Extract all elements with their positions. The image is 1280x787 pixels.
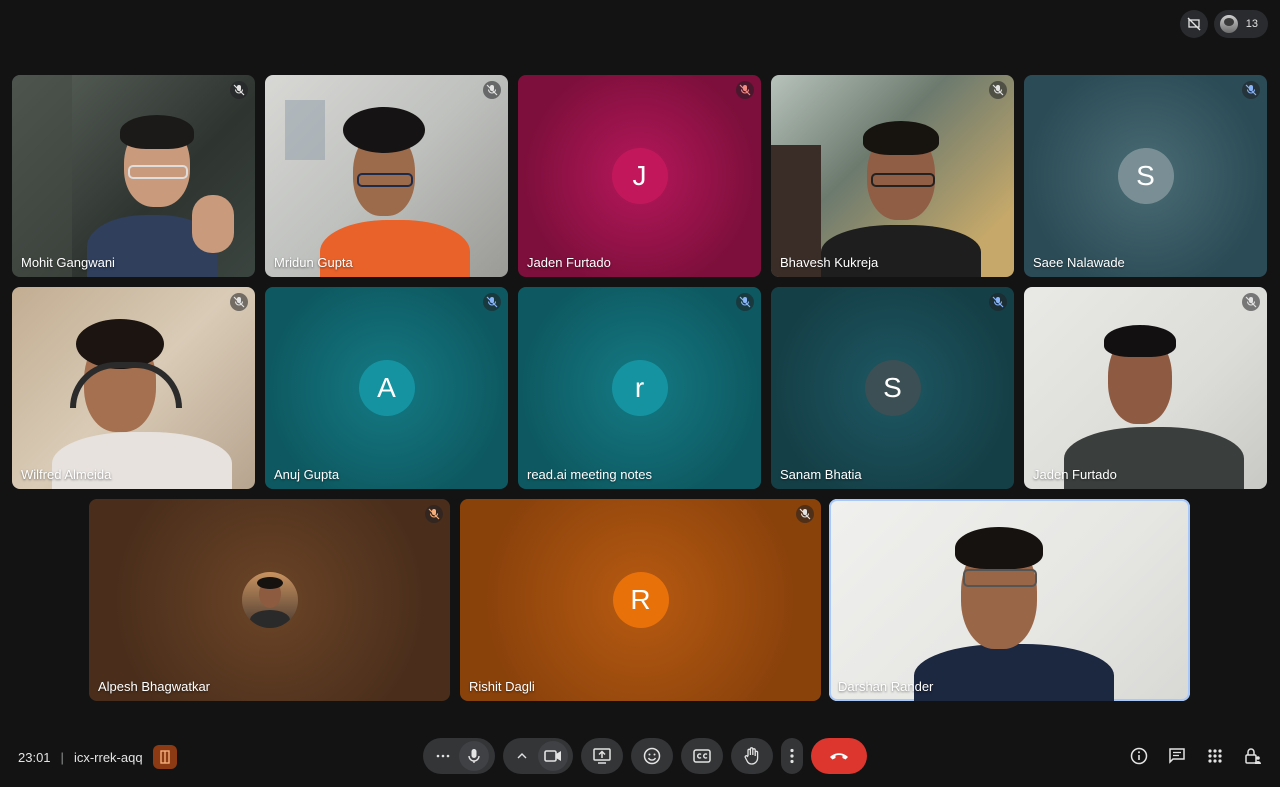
screen-share-off-button[interactable] bbox=[1179, 10, 1208, 38]
participant-name: Darshan Rander bbox=[838, 679, 934, 694]
microphone-icon bbox=[468, 749, 480, 763]
participant-avatar: S bbox=[1117, 148, 1174, 204]
screen-share-off-icon bbox=[1187, 17, 1201, 31]
participant-name: Jaden Furtado bbox=[527, 255, 611, 270]
side-panel-controls bbox=[1128, 745, 1264, 767]
host-controls-button[interactable] bbox=[1242, 745, 1264, 767]
participant-name: Jaden Furtado bbox=[1033, 467, 1117, 482]
participant-name: Rishit Dagli bbox=[469, 679, 535, 694]
participant-tile[interactable]: Mohit Gangwani bbox=[12, 75, 255, 277]
captions-icon bbox=[693, 749, 711, 763]
participant-tile[interactable]: Jaden Furtado bbox=[1024, 287, 1267, 489]
info-icon bbox=[1130, 747, 1148, 765]
chat-button[interactable] bbox=[1166, 745, 1188, 767]
muted-mic-icon bbox=[989, 81, 1007, 99]
muted-mic-icon bbox=[736, 81, 754, 99]
muted-mic-icon bbox=[483, 81, 501, 99]
participant-tile[interactable]: S Saee Nalawade bbox=[1024, 75, 1267, 277]
leave-call-button[interactable] bbox=[811, 738, 867, 774]
participant-tile[interactable]: Mridun Gupta bbox=[265, 75, 508, 277]
audio-control-group bbox=[423, 738, 495, 774]
avatar-initial: A bbox=[377, 372, 396, 403]
participant-avatar: r bbox=[611, 360, 668, 416]
participant-name: Saee Nalawade bbox=[1033, 255, 1125, 270]
participant-name: Anuj Gupta bbox=[274, 467, 340, 482]
reactions-button[interactable] bbox=[631, 738, 673, 774]
muted-mic-icon bbox=[989, 293, 1007, 311]
participant-avatar: S bbox=[864, 360, 921, 416]
participants-button[interactable]: 13 bbox=[1213, 10, 1268, 38]
participant-name: Sanam Bhatia bbox=[780, 467, 862, 482]
participant-name: Bhavesh Kukreja bbox=[780, 255, 879, 270]
call-controls bbox=[423, 738, 867, 774]
hang-up-icon bbox=[830, 753, 848, 760]
more-audio-options-icon[interactable] bbox=[429, 741, 457, 771]
meeting-info: 23:01 | icx-rrek-aqq bbox=[18, 745, 177, 769]
muted-mic-icon bbox=[1242, 293, 1260, 311]
participant-name: Alpesh Bhagwatkar bbox=[98, 679, 211, 694]
participant-avatar-stack bbox=[1219, 15, 1238, 33]
present-screen-button[interactable] bbox=[581, 738, 623, 774]
door-icon[interactable] bbox=[152, 745, 177, 769]
more-options-button[interactable] bbox=[781, 738, 803, 774]
activities-button[interactable] bbox=[1204, 745, 1226, 767]
participant-name: Wilfred Almeida bbox=[21, 467, 112, 482]
avatar-initial: R bbox=[630, 584, 651, 615]
muted-mic-icon bbox=[1242, 81, 1260, 99]
participant-name: Mohit Gangwani bbox=[21, 255, 115, 270]
participant-name: Mridun Gupta bbox=[274, 255, 353, 270]
microphone-button[interactable] bbox=[459, 741, 489, 771]
avatar-initial: J bbox=[632, 160, 647, 191]
participant-tile[interactable]: J Jaden Furtado bbox=[518, 75, 761, 277]
clock-time: 23:01 bbox=[18, 749, 51, 765]
lock-person-icon bbox=[1245, 748, 1261, 764]
participant-avatar bbox=[241, 572, 298, 628]
meeting-code: icx-rrek-aqq bbox=[73, 749, 143, 765]
muted-mic-icon bbox=[483, 293, 501, 311]
meeting-details-button[interactable] bbox=[1128, 745, 1150, 767]
participant-name: read.ai meeting notes bbox=[527, 467, 653, 482]
participant-avatar: R bbox=[612, 572, 669, 628]
muted-mic-icon bbox=[230, 293, 248, 311]
participant-avatar: A bbox=[358, 360, 415, 416]
participant-avatar: J bbox=[611, 148, 668, 204]
muted-mic-icon bbox=[230, 81, 248, 99]
video-control-group bbox=[503, 738, 573, 774]
captions-button[interactable] bbox=[681, 738, 723, 774]
camera-button[interactable] bbox=[538, 741, 568, 771]
participant-tile[interactable]: Wilfred Almeida bbox=[12, 287, 255, 489]
separator: | bbox=[60, 749, 64, 765]
avatar-initial: r bbox=[634, 372, 645, 403]
emoji-icon bbox=[643, 747, 661, 765]
apps-grid-icon bbox=[1208, 749, 1222, 763]
chevron-up-icon[interactable] bbox=[508, 741, 536, 771]
muted-mic-icon bbox=[425, 505, 443, 523]
participant-tile[interactable]: Bhavesh Kukreja bbox=[771, 75, 1014, 277]
avatar-initial: S bbox=[1136, 160, 1155, 191]
participant-tile[interactable]: A Anuj Gupta bbox=[265, 287, 508, 489]
participant-tile[interactable]: Alpesh Bhagwatkar bbox=[89, 499, 450, 701]
participant-tile[interactable]: r read.ai meeting notes bbox=[518, 287, 761, 489]
more-vert-icon bbox=[790, 748, 794, 764]
muted-mic-icon bbox=[796, 505, 814, 523]
participant-tile[interactable]: S Sanam Bhatia bbox=[771, 287, 1014, 489]
raise-hand-button[interactable] bbox=[731, 738, 773, 774]
present-screen-icon bbox=[593, 748, 611, 764]
participant-tile-active-speaker[interactable]: Darshan Rander bbox=[829, 499, 1190, 701]
muted-mic-icon bbox=[736, 293, 754, 311]
participant-tile[interactable]: R Rishit Dagli bbox=[460, 499, 821, 701]
bottom-bar: 23:01 | icx-rrek-aqq bbox=[0, 735, 1280, 777]
avatar-initial: S bbox=[883, 372, 902, 403]
top-right-controls: 13 bbox=[1179, 10, 1268, 38]
raise-hand-icon bbox=[744, 747, 759, 765]
participant-count: 13 bbox=[1245, 18, 1258, 30]
camera-icon bbox=[544, 750, 561, 762]
chat-icon bbox=[1169, 748, 1185, 764]
